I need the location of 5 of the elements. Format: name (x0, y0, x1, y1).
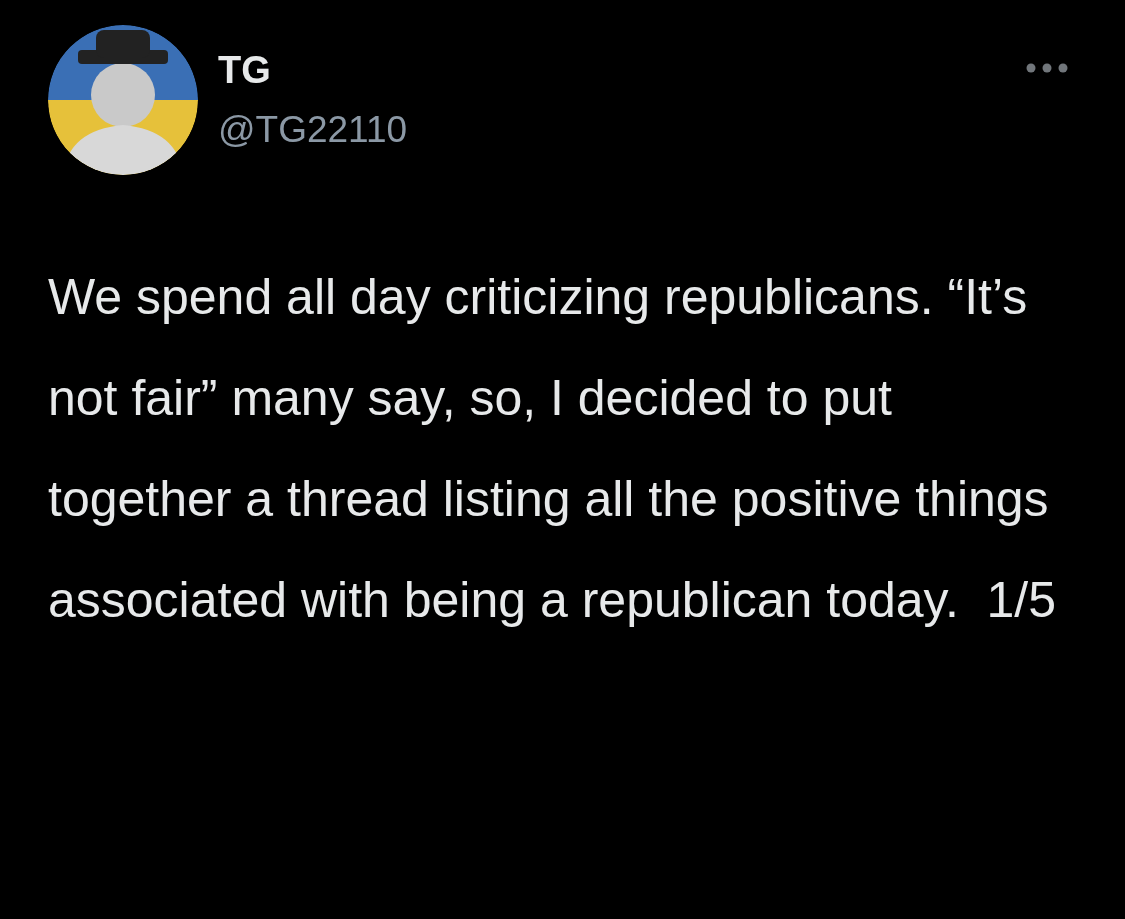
tweet-text: We spend all day criticizing republicans. “It’s not fair” many say, so, I decided to put together a thread listing all the positive things associated with being a republican today. 1/5 (48, 268, 1058, 630)
more-icon[interactable] (1025, 62, 1069, 74)
avatar-icon[interactable] (48, 25, 198, 175)
user-handle[interactable]: @TG22110 (218, 107, 1025, 153)
display-name[interactable]: TG (218, 47, 1025, 93)
